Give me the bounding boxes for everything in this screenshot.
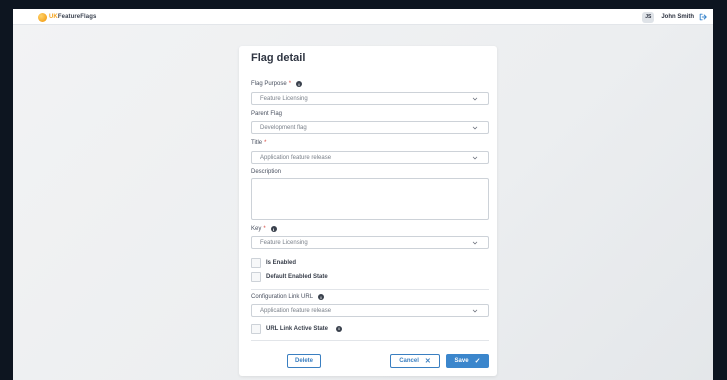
configuration-link-url-value: Application feature release <box>260 307 332 314</box>
configuration-link-url-label-text: Configuration Link URL <box>251 294 314 300</box>
check-icon: ✓ <box>474 358 481 365</box>
logo-text: UKFeatureFlags <box>49 14 96 20</box>
info-icon[interactable]: i <box>318 294 325 300</box>
chevron-down-icon <box>472 309 478 313</box>
flag-purpose-value: Feature Licensing <box>260 95 308 102</box>
flag-purpose-label-text: Flag Purpose <box>251 81 287 87</box>
description-textarea[interactable] <box>251 178 489 220</box>
flag-purpose-label: Flag Purpose * i <box>251 81 303 87</box>
title-select[interactable]: Application feature release <box>251 151 489 164</box>
default-enabled-state-checkbox[interactable] <box>251 271 261 282</box>
logout-icon[interactable] <box>698 12 708 22</box>
parent-flag-select[interactable]: Development flag <box>251 121 489 134</box>
key-select[interactable]: Feature Licensing <box>251 236 489 249</box>
configuration-link-url-label: Configuration Link URL i <box>251 294 325 300</box>
avatar[interactable]: JS <box>642 11 655 23</box>
flag-purpose-select[interactable]: Feature Licensing <box>251 92 489 105</box>
divider <box>251 289 489 290</box>
app-window: UKFeatureFlags JS John Smith Flag detail… <box>13 9 713 380</box>
is-enabled-label: Is Enabled <box>266 259 297 266</box>
is-enabled-checkbox[interactable] <box>251 257 261 268</box>
title-label-text: Title <box>251 140 263 146</box>
user-menu: JS John Smith <box>642 11 708 23</box>
required-marker: * <box>264 140 267 146</box>
description-label: Description <box>251 169 281 175</box>
url-link-active-state-checkbox[interactable] <box>251 323 261 334</box>
delete-button-label: Delete <box>294 358 313 364</box>
info-icon[interactable]: i <box>336 325 343 332</box>
default-enabled-state-row: Default Enabled State <box>251 271 328 282</box>
chevron-down-icon <box>472 241 478 245</box>
key-label-text: Key <box>251 226 262 232</box>
is-enabled-row: Is Enabled <box>251 257 296 268</box>
description-label-text: Description <box>251 169 282 175</box>
parent-flag-label: Parent Flag <box>251 111 282 117</box>
top-bar: UKFeatureFlags JS John Smith <box>13 9 713 25</box>
chevron-down-icon <box>472 126 478 130</box>
title-value: Application feature release <box>260 154 332 161</box>
title-label: Title * <box>251 140 266 146</box>
required-marker: * <box>263 226 266 232</box>
save-button-label: Save <box>454 358 469 364</box>
close-icon: ✕ <box>424 358 431 365</box>
url-link-active-state-label: URL Link Active State i <box>266 325 343 332</box>
delete-button[interactable]: Delete <box>287 354 321 368</box>
user-name[interactable]: John Smith <box>661 14 694 20</box>
url-link-active-state-row: URL Link Active State i <box>251 323 343 334</box>
default-enabled-state-label: Default Enabled State <box>266 273 328 280</box>
parent-flag-value: Development flag <box>260 124 307 131</box>
parent-flag-label-text: Parent Flag <box>251 111 283 117</box>
configuration-link-url-select[interactable]: Application feature release <box>251 304 489 317</box>
info-icon[interactable]: i <box>270 226 277 232</box>
flag-detail-card: Flag detail Flag Purpose * i Feature Lice… <box>239 46 497 376</box>
chevron-down-icon <box>472 97 478 101</box>
logo-icon <box>38 12 47 22</box>
key-value: Feature Licensing <box>260 239 308 246</box>
url-link-active-state-label-text: URL Link Active State <box>266 325 329 332</box>
divider <box>251 340 489 341</box>
logo-text-accent: UK <box>49 14 58 20</box>
cancel-button[interactable]: Cancel ✕ <box>390 354 440 368</box>
info-icon[interactable]: i <box>296 81 303 87</box>
required-marker: * <box>288 81 292 87</box>
page-title: Flag detail <box>251 52 306 64</box>
cancel-button-label: Cancel <box>399 358 419 364</box>
save-button[interactable]: Save ✓ <box>446 354 489 368</box>
logo-text-main: FeatureFlags <box>57 14 97 20</box>
app-logo[interactable]: UKFeatureFlags <box>38 12 96 22</box>
chevron-down-icon <box>472 156 478 160</box>
key-label: Key * i <box>251 226 277 232</box>
